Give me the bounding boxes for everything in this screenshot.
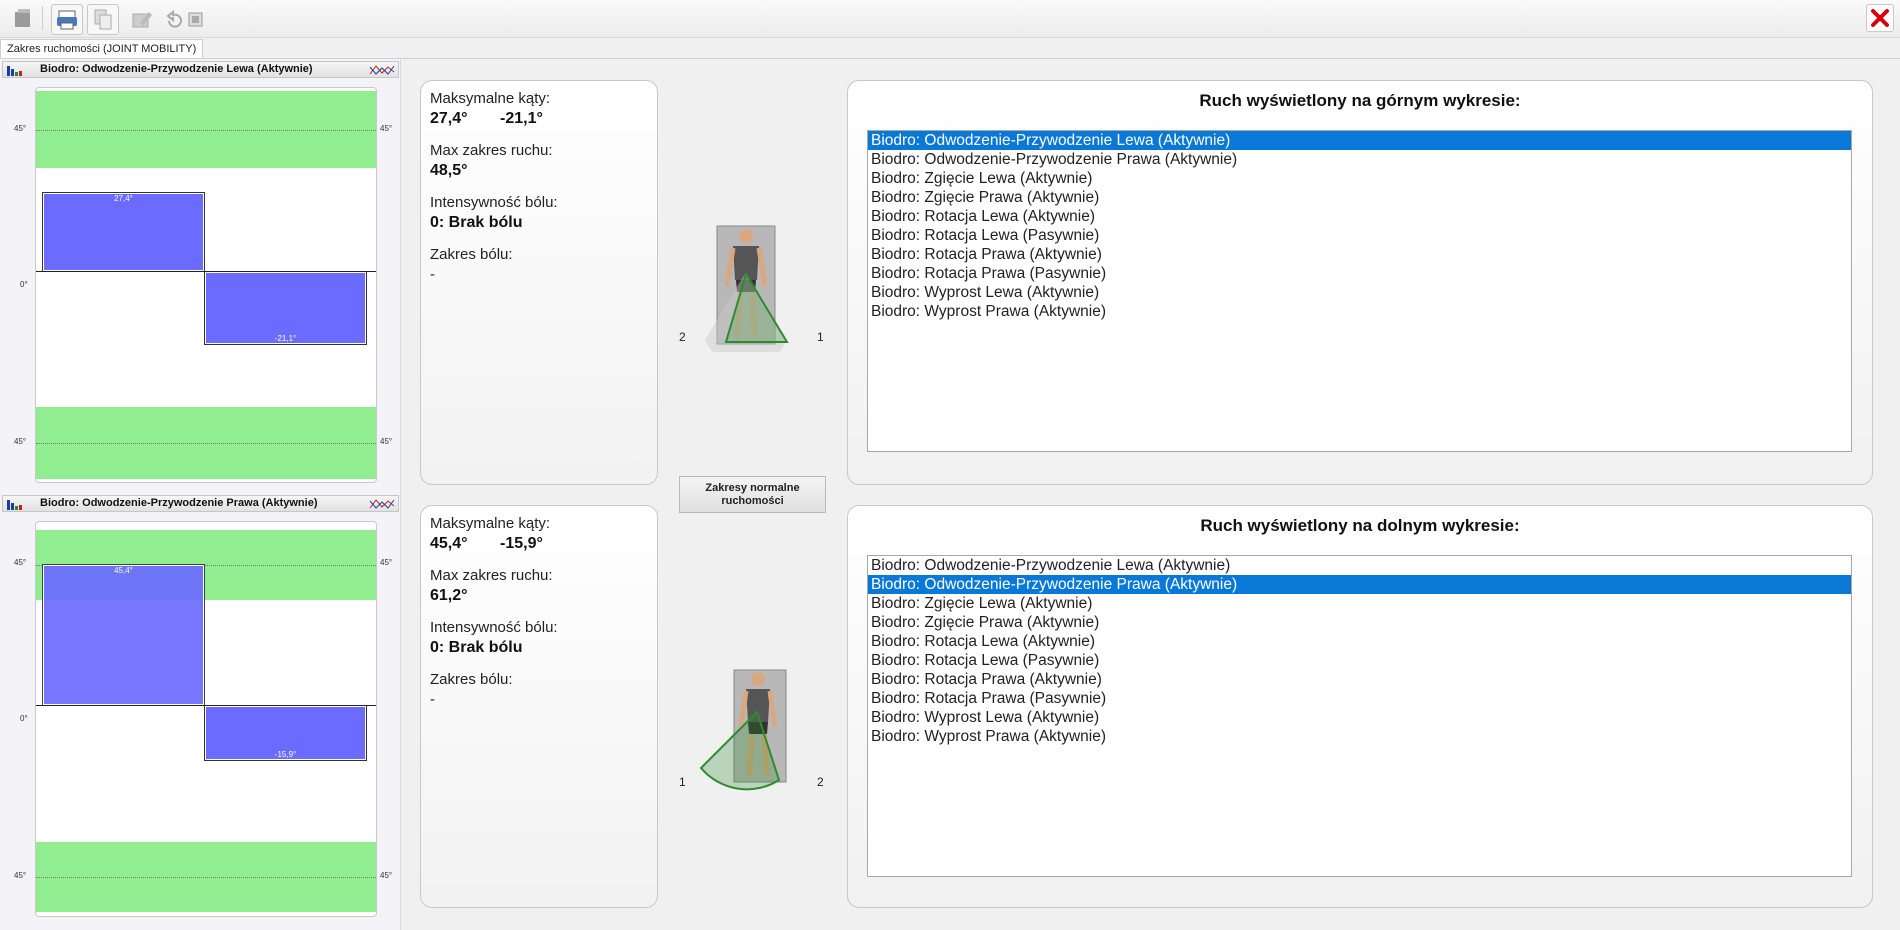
list-item[interactable]: Biodro: Wyprost Lewa (Aktywnie) — [868, 283, 1851, 302]
close-button[interactable] — [1866, 4, 1894, 32]
list-item[interactable]: Biodro: Odwodzenie-Przywodzenie Lewa (Ak… — [868, 556, 1851, 575]
list-item[interactable]: Biodro: Wyprost Prawa (Aktywnie) — [868, 302, 1851, 321]
angle-max-value: 27,4° — [430, 110, 468, 127]
lower-chart-title: Biodro: Odwodzenie-Przywodzenie Prawa (A… — [40, 497, 318, 509]
body-figure-icon — [699, 669, 787, 791]
upper-chart-title: Biodro: Odwodzenie-Przywodzenie Lewa (Ak… — [40, 63, 313, 75]
axis-label: 45° — [14, 437, 27, 446]
figure-side-label: 2 — [679, 330, 686, 344]
upper-motion-panel: Ruch wyświetlony na górnym wykresie: Bio… — [847, 80, 1873, 485]
pain-range-label: Zakres bólu: — [430, 671, 513, 688]
range-label: Max zakres ruchu: — [430, 567, 553, 584]
edit-icon — [132, 12, 152, 28]
pain-range-label: Zakres bólu: — [430, 246, 513, 263]
edit-button[interactable] — [125, 4, 157, 35]
copy-button[interactable] — [87, 4, 119, 35]
print-icon — [57, 10, 77, 30]
list-item[interactable]: Biodro: Rotacja Lewa (Aktywnie) — [868, 632, 1851, 651]
figure-side-label: 2 — [817, 775, 824, 789]
range-label: Max zakres ruchu: — [430, 142, 553, 159]
close-icon — [1871, 9, 1889, 27]
axis-label: 0° — [20, 280, 28, 289]
list-item[interactable]: Biodro: Rotacja Prawa (Aktywnie) — [868, 670, 1851, 689]
figure-side-label: 1 — [817, 330, 824, 344]
lower-list-title: Ruch wyświetlony na dolnym wykresie: — [1200, 516, 1520, 535]
axis-label: 45° — [380, 124, 393, 133]
max-angles-label: Maksymalne kąty: — [430, 90, 551, 107]
axis-label: 45° — [380, 871, 393, 880]
chart-bar: -15,9° — [204, 705, 367, 761]
lower-chart: 45,4° -15,9° — [35, 521, 377, 917]
lower-info-panel: Maksymalne kąty: 45,4° -15,9° Max zakres… — [420, 505, 658, 908]
angle-min-value: -21,1° — [500, 110, 543, 127]
list-item[interactable]: Biodro: Zgięcie Lewa (Aktywnie) — [868, 169, 1851, 188]
axis-label: 45° — [380, 437, 393, 446]
list-item[interactable]: Biodro: Rotacja Lewa (Aktywnie) — [868, 207, 1851, 226]
upper-list-title: Ruch wyświetlony na górnym wykresie: — [1199, 91, 1521, 110]
chart-bar: 27,4° — [42, 192, 205, 272]
range-value: 61,2° — [430, 587, 468, 604]
export-icon — [188, 12, 203, 27]
print-button[interactable] — [51, 4, 83, 35]
normal-ranges-button[interactable]: Zakresy normalne ruchomości — [679, 476, 826, 513]
pain-range-value: - — [430, 266, 435, 283]
pain-range-value: - — [430, 691, 435, 708]
pain-value: 0: Brak bólu — [430, 639, 523, 656]
bar-chart-icon — [7, 66, 22, 76]
max-angles-label: Maksymalne kąty: — [430, 515, 551, 532]
module-button[interactable] — [6, 4, 38, 35]
axis-label: 45° — [14, 124, 27, 133]
lower-chart-header: Biodro: Odwodzenie-Przywodzenie Prawa (A… — [2, 495, 399, 512]
charts-column: Biodro: Odwodzenie-Przywodzenie Lewa (Ak… — [0, 59, 400, 930]
lower-motion-panel: Ruch wyświetlony na dolnym wykresie: Bio… — [847, 505, 1873, 908]
list-item[interactable]: Biodro: Zgięcie Prawa (Aktywnie) — [868, 188, 1851, 207]
module-icon — [15, 9, 30, 27]
upper-motion-list[interactable]: Biodro: Odwodzenie-Przywodzenie Lewa (Ak… — [867, 130, 1852, 452]
list-item[interactable]: Biodro: Rotacja Lewa (Pasywnie) — [868, 226, 1851, 245]
axis-label: 45° — [380, 558, 393, 567]
pain-label: Intensywność bólu: — [430, 619, 558, 636]
axis-label: 45° — [14, 558, 27, 567]
pain-value: 0: Brak bólu — [430, 214, 523, 231]
chart-bar: 45,4° — [42, 564, 205, 706]
pain-label: Intensywność bólu: — [430, 194, 558, 211]
angle-max-value: 45,4° — [430, 535, 468, 552]
list-item[interactable]: Biodro: Wyprost Lewa (Aktywnie) — [868, 708, 1851, 727]
tab-joint-mobility[interactable]: Zakres ruchomości (JOINT MOBILITY) — [0, 39, 204, 59]
copy-icon — [94, 9, 112, 30]
bar-chart-icon — [7, 500, 22, 510]
list-item[interactable]: Biodro: Zgięcie Lewa (Aktywnie) — [868, 594, 1851, 613]
list-item[interactable]: Biodro: Rotacja Prawa (Pasywnie) — [868, 264, 1851, 283]
upper-chart: 27,4° -21,1° — [35, 87, 377, 483]
upper-chart-header: Biodro: Odwodzenie-Przywodzenie Lewa (Ak… — [2, 61, 399, 78]
range-value: 48,5° — [430, 162, 468, 179]
toolbar — [0, 0, 1900, 38]
list-item[interactable]: Biodro: Odwodzenie-Przywodzenie Lewa (Ak… — [868, 131, 1851, 150]
chart-bar: -21,1° — [204, 271, 367, 345]
list-item[interactable]: Biodro: Odwodzenie-Przywodzenie Prawa (A… — [868, 575, 1851, 594]
list-item[interactable]: Biodro: Odwodzenie-Przywodzenie Prawa (A… — [868, 150, 1851, 169]
figure-side-label: 1 — [679, 775, 686, 789]
list-item[interactable]: Biodro: Rotacja Prawa (Aktywnie) — [868, 245, 1851, 264]
axis-label: 0° — [20, 714, 28, 723]
angle-min-value: -15,9° — [500, 535, 543, 552]
export-button[interactable] — [180, 4, 212, 35]
list-item[interactable]: Biodro: Rotacja Lewa (Pasywnie) — [868, 651, 1851, 670]
lower-motion-list[interactable]: Biodro: Odwodzenie-Przywodzenie Lewa (Ak… — [867, 555, 1852, 877]
list-item[interactable]: Biodro: Rotacja Prawa (Pasywnie) — [868, 689, 1851, 708]
list-item[interactable]: Biodro: Wyprost Prawa (Aktywnie) — [868, 727, 1851, 746]
lower-body-figure — [697, 668, 797, 803]
axis-label: 45° — [14, 871, 27, 880]
line-chart-icon[interactable] — [369, 63, 395, 77]
line-chart-icon[interactable] — [369, 497, 395, 511]
upper-info-panel: Maksymalne kąty: 27,4° -21,1° Max zakres… — [420, 80, 658, 485]
list-item[interactable]: Biodro: Zgięcie Prawa (Aktywnie) — [868, 613, 1851, 632]
body-figure-icon — [705, 225, 789, 367]
upper-body-figure — [703, 222, 803, 367]
